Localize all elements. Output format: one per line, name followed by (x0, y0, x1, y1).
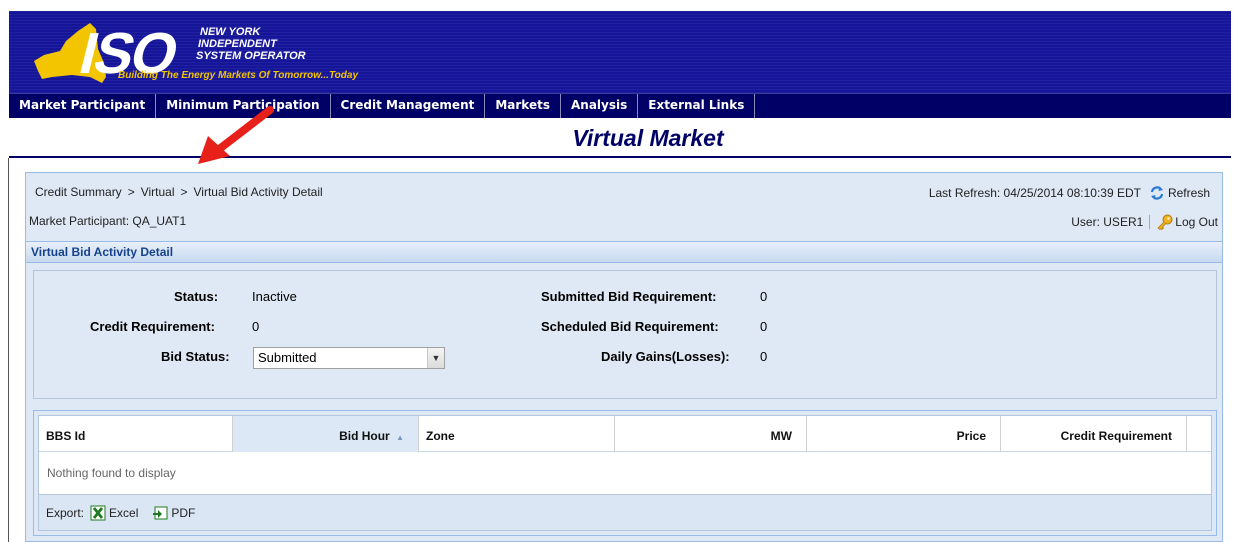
scheduled-bid-requirement-label: Scheduled Bid Requirement: (541, 319, 719, 334)
col-mw[interactable]: MW (615, 416, 807, 452)
breadcrumb-separator: > (127, 185, 135, 199)
export-excel-button[interactable]: Excel (90, 505, 138, 521)
breadcrumb-credit-summary[interactable]: Credit Summary (35, 185, 122, 199)
logout-label: Log Out (1175, 215, 1218, 229)
bid-status-label: Bid Status: (161, 349, 230, 364)
refresh-label: Refresh (1167, 186, 1210, 200)
page-title-text: Virtual Market (572, 125, 724, 151)
status-label: Status: (174, 289, 219, 304)
submitted-bid-requirement-label: Submitted Bid Requirement: (541, 289, 717, 304)
export-excel-label: Excel (109, 505, 139, 520)
status-value: Inactive (252, 289, 297, 304)
credit-requirement-value: 0 (252, 319, 260, 334)
breadcrumb-separator: > (180, 185, 188, 199)
logo-line2: INDEPENDENT (198, 38, 278, 50)
page-title: Virtual Market (9, 119, 1231, 158)
nav-minimum-participation[interactable]: Minimum Participation (156, 94, 331, 118)
pdf-icon (153, 506, 168, 519)
col-price[interactable]: Price (807, 416, 1001, 452)
nav-external-links[interactable]: External Links (638, 94, 756, 118)
col-bbs-id[interactable]: BBS Id (39, 416, 233, 452)
header-banner: ISO NEW YORK INDEPENDENT SYSTEM OPERATOR… (9, 11, 1231, 93)
col-bid-hour[interactable]: Bid Hour ▲ (233, 416, 419, 452)
credit-requirement-label: Credit Requirement: (90, 319, 215, 334)
last-refresh-text: Last Refresh: 04/25/2014 08:10:39 EDT (928, 186, 1141, 200)
refresh-button[interactable]: Refresh (1149, 185, 1210, 201)
logo-line3: SYSTEM OPERATOR (196, 50, 306, 62)
nav-market-participant[interactable]: Market Participant (9, 94, 157, 118)
bid-activity-grid: BBS Id Bid Hour ▲ Zone MW Price Credit R… (33, 410, 1217, 536)
submitted-bid-requirement-value: 0 (760, 289, 768, 304)
export-pdf-label: PDF (171, 505, 196, 520)
bid-detail-form: Status: Inactive Credit Requirement: 0 B… (33, 270, 1217, 399)
refresh-area: Last Refresh: 04/25/2014 08:10:39 EDT Re… (929, 185, 1210, 201)
daily-gains-label: Daily Gains(Losses): (601, 349, 730, 364)
key-icon (1157, 214, 1173, 230)
nav-markets[interactable]: Markets (485, 94, 561, 118)
nyiso-logo: ISO NEW YORK INDEPENDENT SYSTEM OPERATOR… (34, 22, 358, 86)
nav-analysis[interactable]: Analysis (561, 94, 639, 118)
logo-tagline: Building The Energy Markets Of Tomorrow.… (118, 70, 358, 81)
breadcrumb-virtual[interactable]: Virtual (141, 185, 175, 199)
excel-icon (90, 505, 106, 520)
export-bar: Export: Excel PDF (39, 494, 1211, 530)
sort-asc-icon: ▲ (396, 433, 404, 442)
section-header: Virtual Bid Activity Detail (26, 241, 1222, 263)
main-nav: Market Participant Minimum Participation… (9, 93, 1231, 118)
nav-credit-management[interactable]: Credit Management (331, 94, 486, 118)
refresh-icon (1150, 186, 1164, 200)
chevron-down-icon[interactable]: ▼ (427, 348, 444, 368)
breadcrumb-current: Virtual Bid Activity Detail (193, 185, 323, 199)
col-bid-hour-label: Bid Hour (339, 429, 390, 443)
export-pdf-button[interactable]: PDF (152, 505, 195, 521)
user-label: User: USER1 (1071, 215, 1144, 229)
logo-line1: NEW YORK (200, 26, 261, 38)
daily-gains-value: 0 (760, 349, 768, 364)
user-area: User: USER1 Log Out (1071, 214, 1218, 230)
logout-button[interactable]: Log Out (1156, 214, 1218, 230)
export-label: Export: (46, 505, 85, 520)
content-panel: Credit Summary > Virtual > Virtual Bid Activ… (25, 172, 1223, 542)
market-participant-label: Market Participant: QA_UAT1 (29, 214, 187, 228)
scheduled-bid-requirement-value: 0 (760, 319, 768, 334)
empty-message: Nothing found to display (47, 466, 176, 480)
col-credit-requirement[interactable]: Credit Requirement (1001, 416, 1187, 452)
bid-status-value: Submitted (258, 350, 317, 365)
left-divider (8, 158, 9, 542)
breadcrumb: Credit Summary > Virtual > Virtual Bid Activ… (35, 185, 323, 199)
table-header: BBS Id Bid Hour ▲ Zone MW Price Credit R… (39, 416, 1211, 452)
grid-inner: BBS Id Bid Hour ▲ Zone MW Price Credit R… (38, 415, 1212, 531)
bid-status-select[interactable]: Submitted ▼ (253, 347, 445, 369)
user-separator (1149, 215, 1151, 229)
col-zone[interactable]: Zone (419, 416, 615, 452)
